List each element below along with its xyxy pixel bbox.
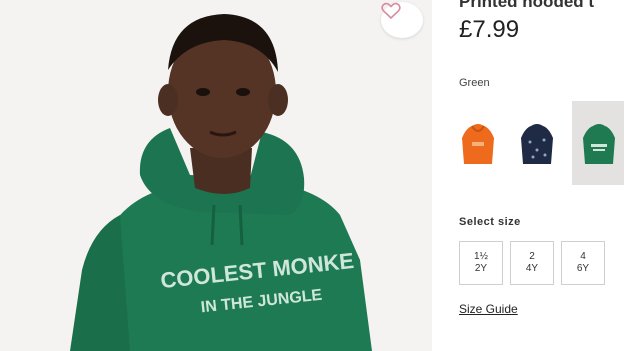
size-option-line2: 2Y	[474, 263, 488, 274]
favorite-button[interactable]	[381, 2, 423, 38]
size-guide-link[interactable]: Size Guide	[459, 302, 518, 316]
size-option-line2: 6Y	[576, 263, 590, 274]
size-option-6y[interactable]: 4 6Y	[561, 241, 605, 285]
size-options: 1½ 2Y 2 4Y 4 6Y	[459, 241, 605, 285]
size-option-2y[interactable]: 1½ 2Y	[459, 241, 503, 285]
heart-icon	[381, 2, 401, 20]
size-option-line1: 2	[529, 251, 535, 262]
size-option-line1: 1½	[474, 251, 488, 262]
product-price: £7.99	[459, 16, 520, 43]
size-option-4y[interactable]: 2 4Y	[510, 241, 554, 285]
navy-hoodie-thumbnail	[521, 124, 553, 164]
green-hoodie-thumbnail	[583, 124, 615, 164]
selected-color-label: Green	[459, 77, 490, 89]
product-title: Printed hooded t	[459, 0, 595, 11]
product-info-panel: Printed hooded t £7.99 Green Select size…	[432, 0, 624, 351]
size-option-line1: 4	[580, 251, 586, 262]
swatch-orange[interactable]	[454, 101, 502, 185]
product-photo-illustration: COOLEST MONKE IN THE JUNGLE	[0, 0, 432, 351]
select-size-label: Select size	[459, 216, 521, 228]
swatch-navy[interactable]	[513, 101, 561, 185]
swatch-green[interactable]	[572, 101, 624, 185]
color-swatches	[454, 101, 624, 185]
size-option-line2: 4Y	[525, 263, 539, 274]
orange-hoodie-thumbnail	[462, 124, 494, 164]
product-photo: COOLEST MONKE IN THE JUNGLE	[0, 0, 432, 351]
